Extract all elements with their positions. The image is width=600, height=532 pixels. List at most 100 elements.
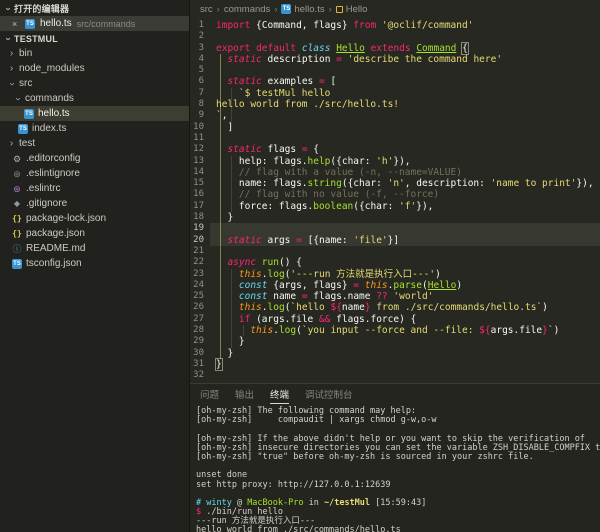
terminal-line: [oh-my-zsh] "true" before oh-my-zsh is s… [196, 453, 600, 462]
tree-item-eslintignore[interactable]: ⊛.eslintignore [0, 166, 189, 181]
vscode-window: › 打开的编辑器 × TS hello.ts src/commands › TE… [0, 0, 600, 532]
line-number: 20 [190, 235, 210, 246]
breadcrumb-item-hello[interactable]: Hello [336, 4, 368, 15]
code-line-32[interactable]: 32 [190, 370, 600, 381]
code-line-5[interactable]: 5 [190, 65, 600, 76]
open-editors-label: 打开的编辑器 [14, 2, 69, 15]
code-line-18[interactable]: 18 } [190, 212, 600, 223]
code-line-25[interactable]: 25 const name = flags.name ?? 'world' [190, 291, 600, 302]
code-line-22[interactable]: 22 async run() { [190, 257, 600, 268]
panel-tab-[interactable]: 输出 [235, 384, 254, 404]
tree-folder-test[interactable]: ›test [0, 136, 189, 151]
breadcrumb-label: src [200, 4, 213, 15]
tree-item-hello-ts[interactable]: TS hello.ts [0, 106, 189, 121]
code-line-3[interactable]: 3export default class Hello extends Comm… [190, 43, 600, 54]
code-line-11[interactable]: 11 [190, 133, 600, 144]
tree-item-gitignore[interactable]: ◆.gitignore [0, 196, 189, 211]
class-symbol-icon [336, 6, 343, 13]
code-line-content: help: flags.help({char: 'h'}), [210, 156, 600, 167]
line-number: 10 [190, 122, 210, 133]
line-number: 8 [190, 99, 210, 110]
tree-item-index-ts[interactable]: TSindex.ts [0, 121, 189, 136]
code-line-17[interactable]: 17 force: flags.boolean({char: 'f'}), [190, 201, 600, 212]
tree-folder-commands[interactable]: ›commands [0, 91, 189, 106]
line-number: 18 [190, 212, 210, 223]
code-line-9[interactable]: 9`, [190, 110, 600, 121]
panel-tab-[interactable]: 终端 [270, 384, 289, 404]
code-line-12[interactable]: 12 static flags = { [190, 144, 600, 155]
tree-item-package-lock-json[interactable]: {}package-lock.json [0, 211, 189, 226]
project-root-header[interactable]: › TESTMUL [0, 31, 189, 46]
breadcrumb-label: hello.ts [294, 4, 324, 15]
terminal-output[interactable]: [oh-my-zsh] The following command may he… [190, 404, 600, 532]
code-line-4[interactable]: 4 static description = 'describe the com… [190, 54, 600, 65]
code-line-10[interactable]: 10 ] [190, 122, 600, 133]
file-name: hello.ts [38, 108, 70, 119]
tree-folder-bin[interactable]: ›bin [0, 46, 189, 61]
explorer-sidebar: › 打开的编辑器 × TS hello.ts src/commands › TE… [0, 0, 190, 532]
open-editor-file-path: src/commands [77, 19, 136, 29]
line-number: 16 [190, 189, 210, 200]
json-braces-icon: {} [12, 229, 22, 239]
code-line-23[interactable]: 23 this.log('---run 方法就是执行入口---') [190, 269, 600, 280]
line-number: 13 [190, 156, 210, 167]
code-line-20[interactable]: 20 static args = [{name: 'file'}] [190, 235, 600, 246]
tree-item-package-json[interactable]: {} package.json [0, 226, 189, 241]
code-line-31[interactable]: 31} [190, 359, 600, 370]
file-name: README.md [26, 243, 85, 254]
terminal-line: [oh-my-zsh] compaudit | xargs chmod g-w,… [196, 416, 600, 425]
code-line-content: `, [210, 110, 600, 121]
tree-item-eslintrc[interactable]: ⊛.eslintrc [0, 181, 189, 196]
code-line-30[interactable]: 30 } [190, 348, 600, 359]
code-line-2[interactable]: 2 [190, 31, 600, 42]
code-line-content [210, 223, 600, 234]
code-line-27[interactable]: 27 if (args.file && flags.force) { [190, 314, 600, 325]
code-line-28[interactable]: 28 this.log(`you input --force and --fil… [190, 325, 600, 336]
tree-item-tsconfig-json[interactable]: TStsconfig.json [0, 256, 189, 271]
tree-item-readme-md[interactable]: ⓘREADME.md [0, 241, 189, 256]
open-editors-header[interactable]: › 打开的编辑器 [0, 1, 189, 16]
code-line-26[interactable]: 26 this.log(`hello ${name} from ./src/co… [190, 302, 600, 313]
eslint-icon: ⊛ [12, 184, 22, 194]
chevron-right-icon: › [8, 139, 15, 149]
breadcrumb-item-hello-ts[interactable]: TShello.ts [281, 4, 324, 15]
file-name: package.json [26, 228, 85, 239]
panel-tab-[interactable]: 问题 [200, 384, 219, 404]
folder-name: commands [25, 93, 74, 104]
line-number: 22 [190, 257, 210, 268]
code-line-content: } [210, 212, 600, 223]
breadcrumb-item-commands[interactable]: commands [224, 4, 270, 15]
folder-name: node_modules [19, 63, 85, 74]
code-line-29[interactable]: 29 } [190, 336, 600, 347]
code-editor[interactable]: 1import {Command, flags} from '@oclif/co… [190, 18, 600, 383]
code-line-content: this.log(`you input --force and --file: … [210, 325, 600, 336]
code-line-13[interactable]: 13 help: flags.help({char: 'h'}), [190, 156, 600, 167]
code-line-14[interactable]: 14 // flag with a value (-n, --name=VALU… [190, 167, 600, 178]
code-line-8[interactable]: 8hello world from ./src/hello.ts! [190, 99, 600, 110]
code-line-content: hello world from ./src/hello.ts! [210, 99, 600, 110]
line-number: 2 [190, 31, 210, 42]
open-editor-item[interactable]: × TS hello.ts src/commands [0, 16, 189, 31]
code-line-24[interactable]: 24 const {args, flags} = this.parse(Hell… [190, 280, 600, 291]
code-line-16[interactable]: 16 // flag with no value (-f, --force) [190, 189, 600, 200]
typescript-file-icon: TS [24, 109, 34, 119]
code-line-1[interactable]: 1import {Command, flags} from '@oclif/co… [190, 20, 600, 31]
eslint-icon: ⊛ [12, 169, 22, 179]
tree-folder-src[interactable]: ›src [0, 76, 189, 91]
code-line-21[interactable]: 21 [190, 246, 600, 257]
tree-item-editorconfig[interactable]: ⚙.editorconfig [0, 151, 189, 166]
close-icon[interactable]: × [12, 19, 20, 29]
tree-folder-node-modules[interactable]: ›node_modules [0, 61, 189, 76]
line-number: 15 [190, 178, 210, 189]
code-line-15[interactable]: 15 name: flags.string({char: 'n', descri… [190, 178, 600, 189]
line-number: 27 [190, 314, 210, 325]
code-line-6[interactable]: 6 static examples = [ [190, 76, 600, 87]
gear-icon: ⚙ [12, 154, 22, 164]
code-line-7[interactable]: 7 `$ testMul hello [190, 88, 600, 99]
line-number: 5 [190, 65, 210, 76]
breadcrumb-item-src[interactable]: src [200, 4, 213, 15]
code-line-content: `$ testMul hello [210, 88, 600, 99]
panel-tab-[interactable]: 调试控制台 [305, 384, 353, 404]
line-number: 14 [190, 167, 210, 178]
code-line-19[interactable]: 19 [190, 223, 600, 234]
